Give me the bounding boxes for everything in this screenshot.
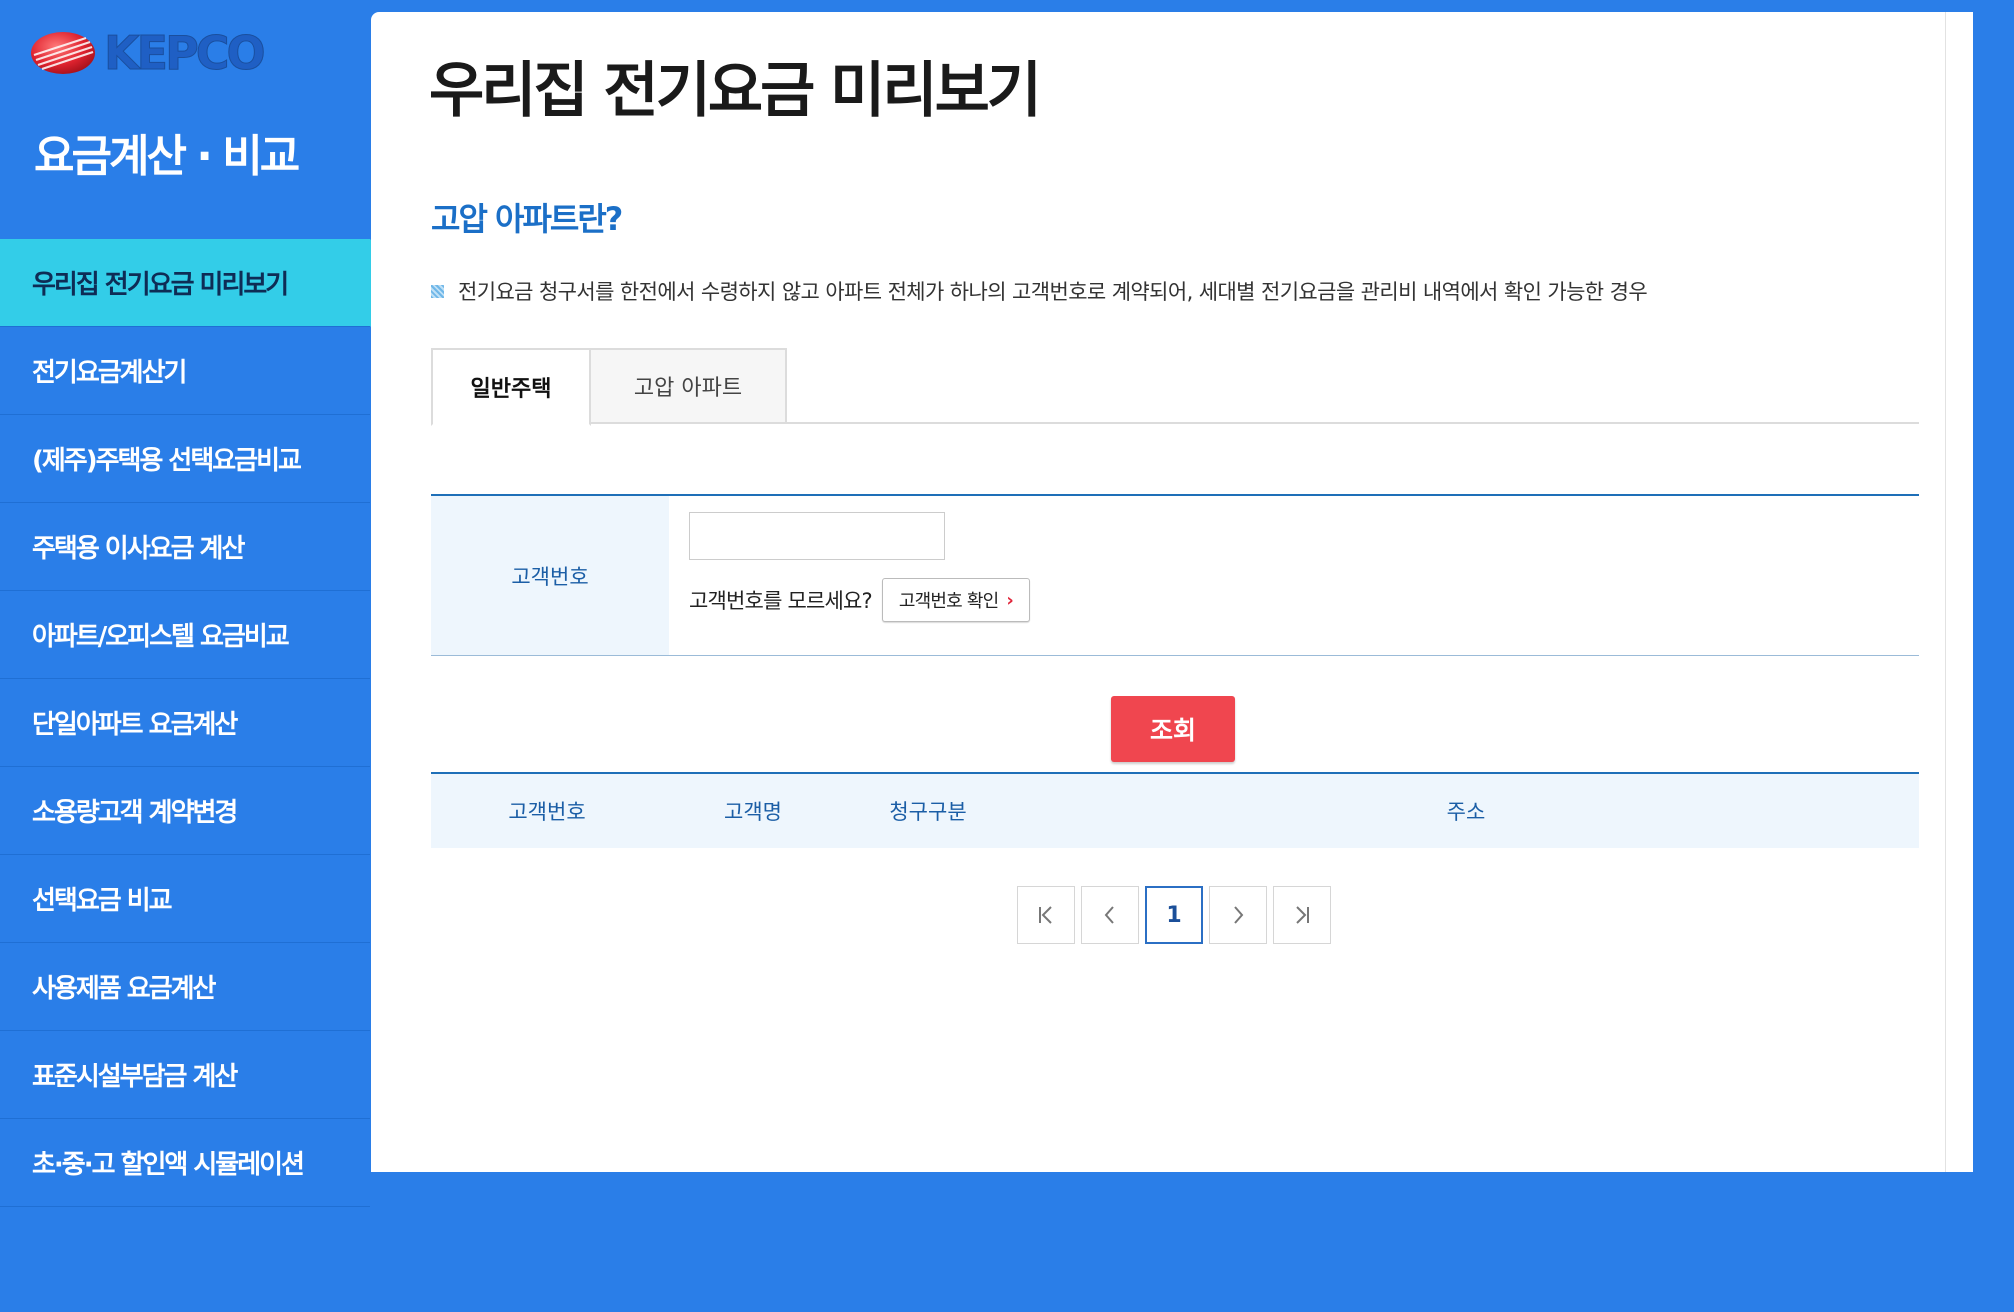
column-billing-type: 청구구분 [889, 800, 967, 824]
panel-divider [1945, 12, 1973, 1172]
sidebar-item-school-discount[interactable]: 초·중·고 할인액 시뮬레이션 [0, 1119, 370, 1207]
sidebar-item-jeju-compare[interactable]: (제주)주택용 선택요금비교 [0, 415, 370, 503]
page-title: 우리집 전기요금 미리보기 [429, 56, 1042, 126]
column-customer-name: 고객명 [724, 800, 782, 824]
customer-form: 고객번호 고객번호를 모르세요? 고객번호 확인 › [431, 494, 1919, 656]
customer-number-input[interactable] [689, 512, 945, 560]
sidebar-item-small-contract[interactable]: 소용량고객 계약변경 [0, 767, 370, 855]
next-page-button[interactable] [1209, 886, 1267, 944]
sidebar-item-selective-compare[interactable]: 선택요금 비교 [0, 855, 370, 943]
search-button[interactable]: 조회 [1111, 696, 1235, 762]
confirm-button-label: 고객번호 확인 [898, 591, 999, 612]
column-address: 주소 [1446, 800, 1486, 824]
first-page-icon [1039, 906, 1052, 924]
sidebar-item-moving-calc[interactable]: 주택용 이사요금 계산 [0, 503, 370, 591]
sidebar-item-home-preview[interactable]: 우리집 전기요금 미리보기 [0, 239, 412, 327]
sidebar-menu: 우리집 전기요금 미리보기 전기요금계산기 (제주)주택용 선택요금비교 주택용… [0, 239, 412, 1207]
chevron-right-icon [1234, 906, 1244, 924]
main-panel: 우리집 전기요금 미리보기 고압 아파트란? 전기요금 청구서를 한전에서 수령… [371, 12, 1973, 1172]
last-page-icon [1296, 906, 1309, 924]
pagination: 1 [1017, 886, 1337, 944]
tab-high-voltage-apartment[interactable]: 고압 아파트 [589, 348, 787, 424]
sidebar: KEPCO 요금계산 · 비교 우리집 전기요금 미리보기 전기요금계산기 (제… [0, 0, 412, 1312]
customer-number-label: 고객번호 [431, 496, 669, 655]
sidebar-item-calculator[interactable]: 전기요금계산기 [0, 327, 370, 415]
first-page-button[interactable] [1017, 886, 1075, 944]
sidebar-item-product-calc[interactable]: 사용제품 요금계산 [0, 943, 370, 1031]
confirm-customer-number-button[interactable]: 고객번호 확인 › [881, 578, 1031, 622]
tab-general-house[interactable]: 일반주택 [431, 348, 591, 426]
result-table-header: 고객번호 고객명 청구구분 주소 [431, 772, 1919, 848]
prev-page-button[interactable] [1081, 886, 1139, 944]
bullet-icon [431, 284, 444, 298]
page-1-button[interactable]: 1 [1145, 886, 1203, 944]
section-subtitle: 고압 아파트란? [431, 200, 623, 238]
sidebar-item-apartment-compare[interactable]: 아파트/오피스텔 요금비교 [0, 591, 370, 679]
tab-bar: 일반주택 고압 아파트 [431, 348, 1919, 426]
chevron-right-icon: › [1006, 589, 1014, 611]
sidebar-item-single-apartment[interactable]: 단일아파트 요금계산 [0, 679, 370, 767]
sidebar-item-facility-charge[interactable]: 표준시설부담금 계산 [0, 1031, 370, 1119]
kepco-logo-icon [31, 32, 95, 74]
section-title: 요금계산 · 비교 [34, 131, 300, 182]
description: 전기요금 청구서를 한전에서 수령하지 않고 아파트 전체가 하나의 고객번호로… [431, 276, 1648, 306]
last-page-button[interactable] [1273, 886, 1331, 944]
column-customer-number: 고객번호 [508, 800, 586, 824]
kepco-logo[interactable]: KEPCO [30, 26, 267, 81]
chevron-left-icon [1104, 906, 1114, 924]
forgot-row: 고객번호를 모르세요? 고객번호 확인 › [689, 578, 1031, 622]
description-text: 전기요금 청구서를 한전에서 수령하지 않고 아파트 전체가 하나의 고객번호로… [458, 280, 1648, 304]
forgot-text: 고객번호를 모르세요? [689, 589, 873, 613]
logo-text: KEPCO [104, 26, 267, 81]
